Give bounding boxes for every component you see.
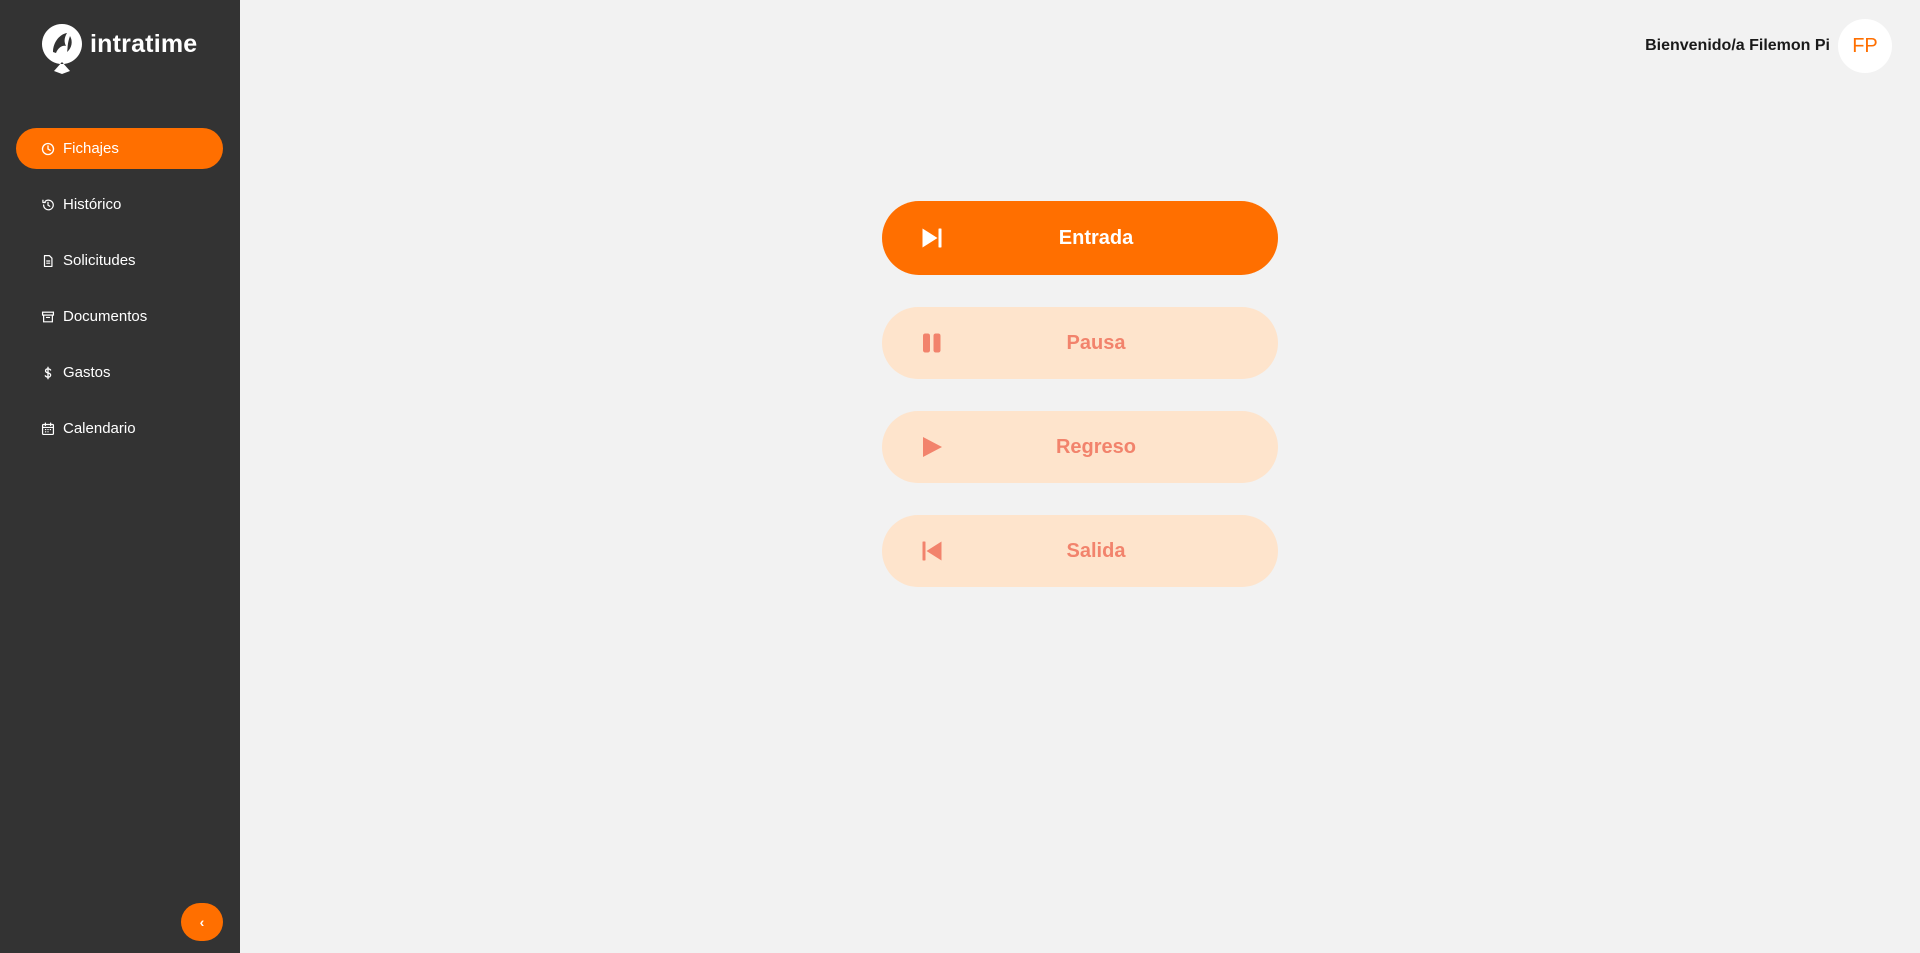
sidebar-item-label: Solicitudes (63, 252, 136, 269)
entrada-label: Entrada (1058, 226, 1134, 249)
logo[interactable]: intratime (40, 22, 197, 74)
skip-forward-icon (920, 226, 944, 250)
pause-icon (920, 331, 944, 355)
pausa-button[interactable]: Pausa (882, 307, 1278, 379)
sidebar-item-label: Documentos (63, 308, 148, 325)
sidebar-item-calendario[interactable]: Calendario (16, 408, 223, 449)
sidebar-item-documentos[interactable]: Documentos (16, 296, 223, 337)
logo-icon (41, 24, 82, 74)
salida-button[interactable]: Salida (882, 515, 1278, 587)
regreso-button[interactable]: Regreso (882, 411, 1278, 483)
sidebar-item-label: Fichajes (63, 140, 119, 157)
archive-icon (40, 309, 55, 324)
sidebar: intratime Fichajes Histórico Solicitudes… (0, 0, 240, 953)
dollar-icon (40, 365, 55, 380)
sidebar-item-label: Gastos (63, 364, 111, 381)
sidebar-nav: Fichajes Histórico Solicitudes Documento… (16, 128, 223, 464)
sidebar-item-gastos[interactable]: Gastos (16, 352, 223, 393)
calendar-icon (40, 421, 55, 436)
chevron-left-icon: ‹ (199, 914, 205, 930)
pausa-label: Pausa (1066, 331, 1126, 354)
sidebar-item-fichajes[interactable]: Fichajes (16, 128, 223, 169)
welcome-text: Bienvenido/a Filemon Pi (1645, 37, 1830, 54)
skip-back-icon (920, 539, 944, 563)
avatar-initials: FP (1852, 34, 1878, 57)
regreso-label: Regreso (1055, 435, 1137, 458)
salida-label: Salida (1066, 539, 1126, 562)
sidebar-item-label: Histórico (63, 196, 122, 213)
sidebar-item-solicitudes[interactable]: Solicitudes (16, 240, 223, 281)
avatar[interactable]: FP (1838, 19, 1892, 73)
play-icon (920, 435, 944, 459)
collapse-sidebar-button[interactable]: ‹ (181, 903, 223, 941)
user-header: Bienvenido/a Filemon Pi FP (1645, 19, 1892, 73)
sidebar-item-historico[interactable]: Histórico (16, 184, 223, 225)
logo-text: intratime (90, 29, 198, 58)
history-icon (40, 197, 55, 212)
document-icon (40, 253, 55, 268)
clock-icon (40, 141, 55, 156)
sidebar-item-label: Calendario (63, 420, 136, 437)
clock-actions: Entrada Pausa Regreso Salida (882, 201, 1278, 619)
entrada-button[interactable]: Entrada (882, 201, 1278, 275)
